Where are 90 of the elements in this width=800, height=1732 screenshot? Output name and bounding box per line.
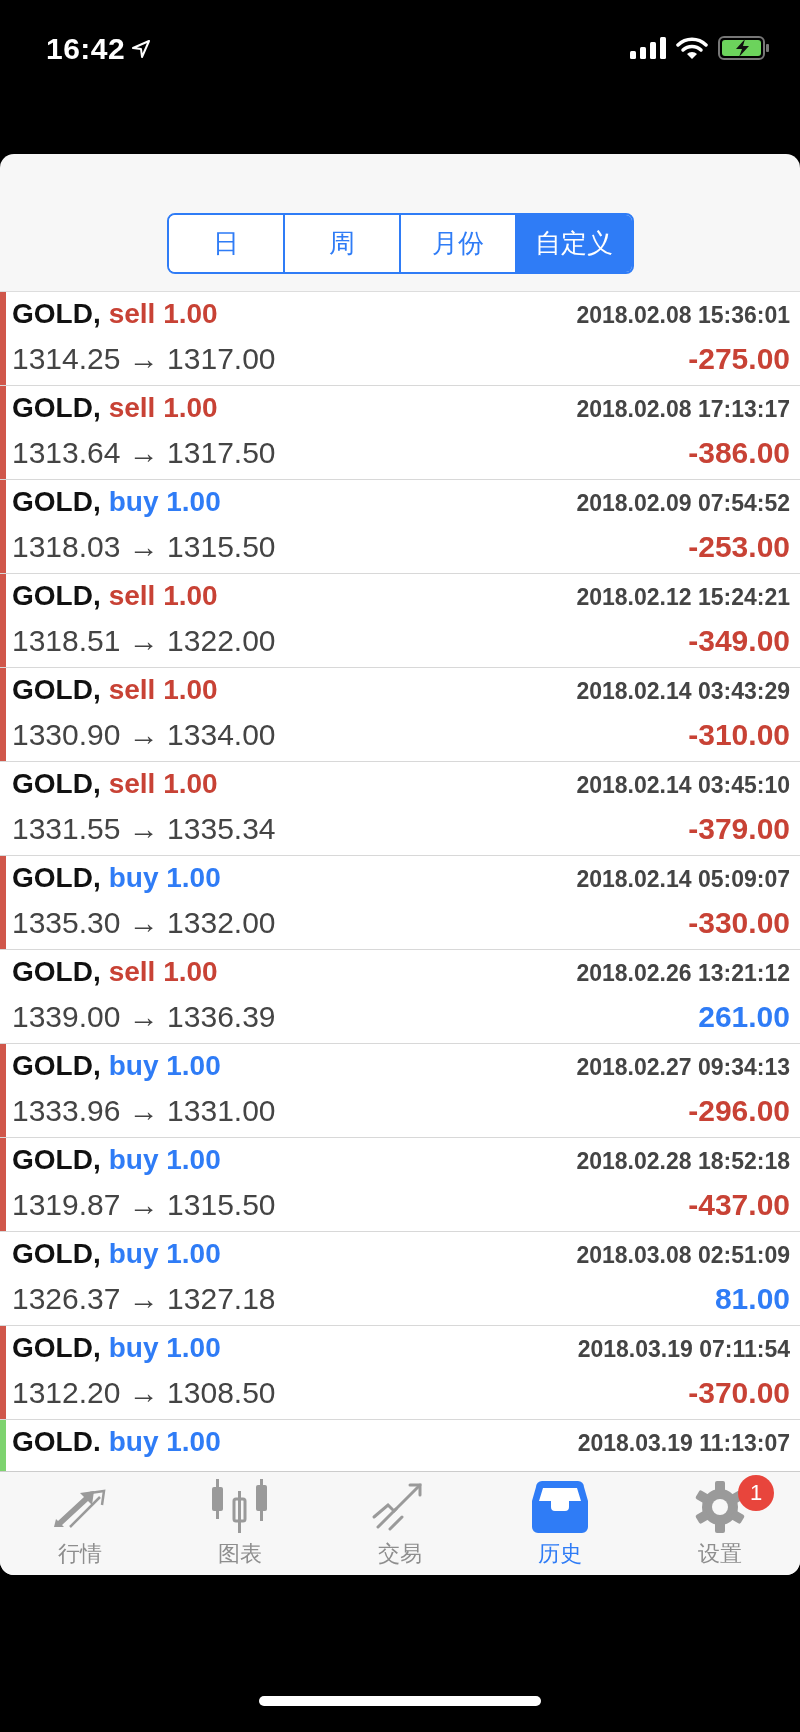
segment-tab[interactable]: 日 <box>168 215 283 272</box>
tab-item[interactable]: 1 设置 <box>640 1472 800 1575</box>
symbol-text: GOLD, <box>12 1237 101 1271</box>
order-type: sell 1.00 <box>108 955 218 989</box>
trade-row[interactable]: GOLD, buy 1.00 2018.02.27 09:34:13 1333.96 → 1331.00 -296.00 <box>0 1044 800 1138</box>
candlestick-icon <box>210 1479 270 1533</box>
symbol-text: GOLD, <box>12 579 101 613</box>
symbol-text: GOLD, <box>12 1143 101 1177</box>
order-type: buy 1.00 <box>108 1425 221 1459</box>
order-type: sell 1.00 <box>108 391 218 425</box>
price-range: 1313.64 → 1317.50 <box>12 435 276 471</box>
trade-row[interactable]: GOLD, sell 1.00 2018.02.26 13:21:12 1339.00 → 1336.39 261.00 <box>0 950 800 1044</box>
order-type: buy 1.00 <box>108 1049 221 1083</box>
trade-time: 2018.02.12 15:24:21 <box>576 584 790 611</box>
profit-value: -310.00 <box>688 717 790 753</box>
price-range: 1318.51 → 1322.00 <box>12 623 276 659</box>
trade-row[interactable]: GOLD, buy 1.00 2018.03.19 07:11:54 1312.20 → 1308.50 -370.00 <box>0 1326 800 1420</box>
tab-item[interactable]: 历史 <box>480 1472 640 1575</box>
order-type: buy 1.00 <box>108 485 221 519</box>
trade-row[interactable]: GOLD, sell 1.00 2018.02.14 03:45:10 1331.55 → 1335.34 -379.00 <box>0 762 800 856</box>
symbol-text: GOLD, <box>12 1331 101 1365</box>
trade-row[interactable]: GOLD, sell 1.00 2018.02.08 17:13:17 1313.64 → 1317.50 -386.00 <box>0 386 800 480</box>
order-type: sell 1.00 <box>108 767 218 801</box>
segment-tab[interactable]: 月份 <box>399 215 516 272</box>
trade-row[interactable]: GOLD, sell 1.00 2018.02.12 15:24:21 1318.51 → 1322.00 -349.00 <box>0 574 800 668</box>
order-type: buy 1.00 <box>108 1237 221 1271</box>
profit-value: -370.00 <box>688 1375 790 1411</box>
trade-time: 2018.02.08 15:36:01 <box>576 302 790 329</box>
price-range: 1312.20 → 1308.50 <box>12 1375 276 1411</box>
profit-value: -330.00 <box>688 905 790 941</box>
symbol-text: GOLD, <box>12 297 101 331</box>
profit-value: -253.00 <box>688 529 790 565</box>
trade-time: 2018.02.08 17:13:17 <box>576 396 790 423</box>
price-range: 1339.00 → 1336.39 <box>12 999 276 1035</box>
symbol-text: GOLD, <box>12 767 101 801</box>
price-range: 1326.37 → 1327.18 <box>12 1281 276 1317</box>
trade-time: 2018.02.14 03:45:10 <box>576 772 790 799</box>
trade-time: 2018.02.27 09:34:13 <box>576 1054 790 1081</box>
profit-value: 261.00 <box>698 999 790 1035</box>
order-type: sell 1.00 <box>108 673 218 707</box>
battery-charging-icon <box>718 36 770 60</box>
price-range: 1319.87 → 1315.50 <box>12 1187 276 1223</box>
settings-icon <box>694 1481 746 1533</box>
trade-time: 2018.03.08 02:51:09 <box>576 1242 790 1269</box>
wifi-icon <box>676 36 708 60</box>
profit-value: -296.00 <box>688 1093 790 1129</box>
order-type: buy 1.00 <box>108 1143 221 1177</box>
segment-tab[interactable]: 自定义 <box>515 215 632 272</box>
symbol-text: GOLD. <box>12 1425 101 1459</box>
profit-value: -349.00 <box>688 623 790 659</box>
trade-time: 2018.02.26 13:21:12 <box>576 960 790 987</box>
symbol-text: GOLD, <box>12 391 101 425</box>
profit-value: 81.00 <box>714 1281 790 1317</box>
trade-time: 2018.02.14 03:43:29 <box>576 678 790 705</box>
inbox-icon <box>532 1479 588 1533</box>
trade-time: 2018.02.09 07:54:52 <box>576 490 790 517</box>
trade-time: 2018.02.14 05:09:07 <box>576 866 790 893</box>
trade-row[interactable]: GOLD, buy 1.00 2018.02.14 05:09:07 1335.30 → 1332.00 -330.00 <box>0 856 800 950</box>
symbol-text: GOLD, <box>12 955 101 989</box>
profit-value: -386.00 <box>688 435 790 471</box>
location-arrow-icon <box>131 39 152 59</box>
profit-value: -437.00 <box>688 1187 790 1223</box>
order-type: buy 1.00 <box>108 1331 221 1365</box>
order-type: buy 1.00 <box>108 861 221 895</box>
trade-row[interactable]: GOLD, buy 1.00 2018.03.08 02:51:09 1326.37 → 1327.18 81.00 <box>0 1232 800 1326</box>
symbol-text: GOLD, <box>12 673 101 707</box>
trade-time: 2018.03.19 07:11:54 <box>577 1336 790 1363</box>
signal-icon <box>630 37 666 59</box>
notification-badge: 1 <box>738 1475 774 1511</box>
trade-row[interactable]: GOLD, sell 1.00 2018.02.14 03:43:29 1330.90 → 1334.00 -310.00 <box>0 668 800 762</box>
price-range: 1330.90 → 1334.00 <box>12 717 276 753</box>
symbol-text: GOLD, <box>12 485 101 519</box>
trade-time: 2018.03.19 11:13:07 <box>577 1430 790 1457</box>
order-type: sell 1.00 <box>108 579 218 613</box>
order-type: sell 1.00 <box>108 297 218 331</box>
price-range: 1335.30 → 1332.00 <box>12 905 276 941</box>
price-range: 1314.25 → 1317.00 <box>12 341 276 377</box>
profit-value: -275.00 <box>688 341 790 377</box>
trade-row[interactable]: GOLD, buy 1.00 2018.02.28 18:52:18 1319.87 → 1315.50 -437.00 <box>0 1138 800 1232</box>
symbol-text: GOLD, <box>12 1049 101 1083</box>
trade-row[interactable]: GOLD, buy 1.00 2018.02.09 07:54:52 1318.03 → 1315.50 -253.00 <box>0 480 800 574</box>
segment-tab[interactable]: 周 <box>282 215 399 272</box>
price-range: 1333.96 → 1331.00 <box>12 1093 276 1129</box>
price-range: 1331.55 → 1335.34 <box>12 811 276 847</box>
profit-value: -379.00 <box>688 811 790 847</box>
trade-row[interactable]: GOLD, sell 1.00 2018.02.08 15:36:01 1314.25 → 1317.00 -275.00 <box>0 292 800 386</box>
symbol-text: GOLD, <box>12 861 101 895</box>
price-range: 1318.03 → 1315.50 <box>12 529 276 565</box>
trade-time: 2018.02.28 18:52:18 <box>576 1148 790 1175</box>
clock-time: 16:42 <box>46 32 126 66</box>
